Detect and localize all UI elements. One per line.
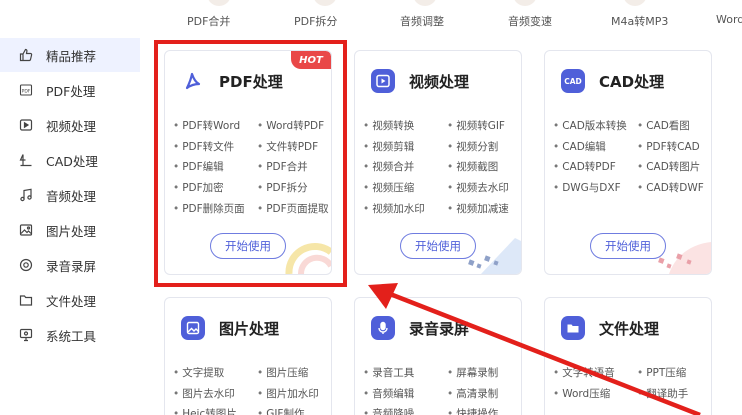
- app-window: PDF合并 PDF拆分 音频调整 音频变速 M4a转MP3 Word 精品推荐 …: [0, 0, 742, 415]
- annotation-arrow: [368, 283, 701, 415]
